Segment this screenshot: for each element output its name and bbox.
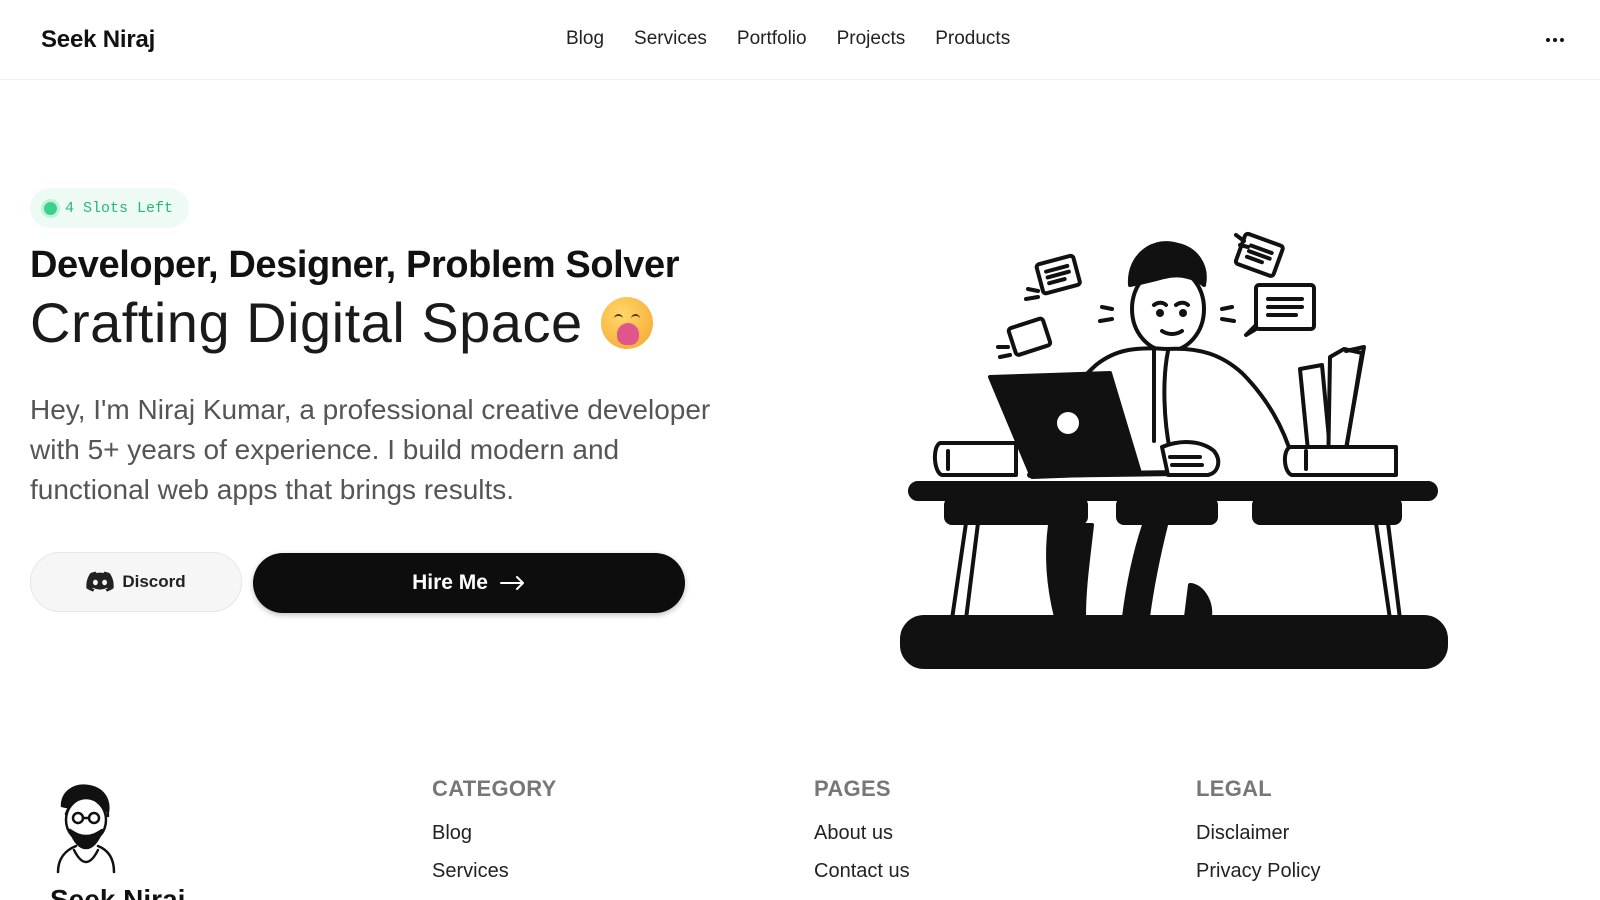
slots-badge-label: 4 Slots Left xyxy=(65,199,174,217)
arrow-right-icon xyxy=(499,576,524,590)
brand-logo[interactable]: Seek Niraj xyxy=(41,26,155,54)
hire-me-button-label: Hire Me xyxy=(412,571,488,594)
footer-column-category: CATEGORY Blog Services xyxy=(432,776,557,898)
nav-link-projects[interactable]: Projects xyxy=(837,28,906,50)
site-header: Seek Niraj Blog Services Portfolio Proje… xyxy=(0,0,1600,80)
footer-link-privacy-policy[interactable]: Privacy Policy xyxy=(1196,860,1320,883)
hero-subheadline: Crafting Digital Space xyxy=(30,290,653,355)
footer-column-pages: PAGES About us Contact us xyxy=(814,776,910,898)
slots-badge: 4 Slots Left xyxy=(30,188,190,228)
footer-link-contact-us[interactable]: Contact us xyxy=(814,860,910,883)
discord-button-label: Discord xyxy=(122,572,186,591)
footer-link-blog[interactable]: Blog xyxy=(432,822,557,845)
nav-link-services[interactable]: Services xyxy=(634,28,707,50)
footer-column-title: LEGAL xyxy=(1196,776,1273,801)
main-nav: Blog Services Portfolio Projects Product… xyxy=(566,28,1010,50)
footer-link-about-us[interactable]: About us xyxy=(814,822,910,845)
developer-at-desk-illustration xyxy=(900,231,1448,669)
footer-link-services[interactable]: Services xyxy=(432,860,557,883)
ellipsis-icon[interactable] xyxy=(1542,28,1568,52)
author-avatar xyxy=(56,784,116,874)
footer-brand[interactable]: Seek Niraj xyxy=(50,884,185,900)
discord-icon xyxy=(86,571,115,592)
hire-me-button[interactable]: Hire Me xyxy=(253,553,685,613)
footer-column-title: PAGES xyxy=(814,776,891,801)
hero-subheadline-text: Crafting Digital Space xyxy=(30,291,583,354)
status-dot-icon xyxy=(44,201,57,215)
yawning-face-icon xyxy=(600,296,653,349)
hero-intro: Hey, I'm Niraj Kumar, a professional cre… xyxy=(30,394,711,505)
nav-link-products[interactable]: Products xyxy=(935,28,1010,50)
nav-link-blog[interactable]: Blog xyxy=(566,28,604,50)
footer-column-title: CATEGORY xyxy=(432,776,557,801)
footer-column-legal: LEGAL Disclaimer Privacy Policy xyxy=(1196,776,1320,898)
nav-link-portfolio[interactable]: Portfolio xyxy=(737,28,807,50)
discord-button[interactable]: Discord xyxy=(30,552,242,612)
hero-headline: Developer, Designer, Problem Solver xyxy=(30,244,680,286)
footer-link-disclaimer[interactable]: Disclaimer xyxy=(1196,822,1320,845)
